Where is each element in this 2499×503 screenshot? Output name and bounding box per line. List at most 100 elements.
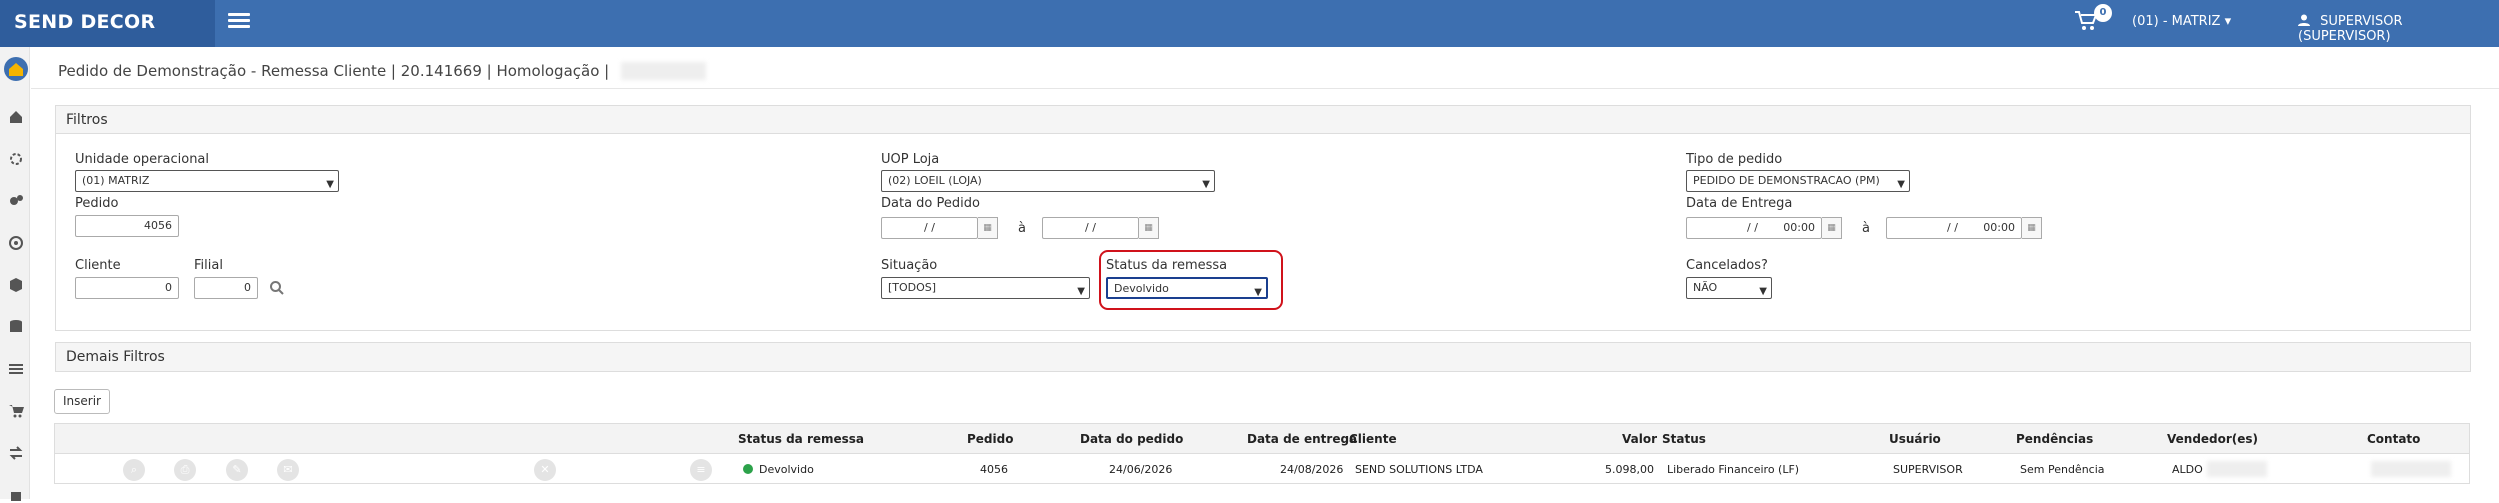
situacao-select[interactable]: [TODOS] ▼ — [881, 277, 1090, 299]
cliente-label: Cliente — [75, 258, 121, 273]
cell-data-pedido: 24/06/2026 — [1109, 463, 1173, 476]
chevron-down-icon: ▼ — [1897, 179, 1905, 190]
highlight-box — [1099, 250, 1283, 310]
calendar-icon[interactable]: ▦ — [1822, 217, 1842, 239]
edit-action-icon[interactable]: ✎ — [226, 459, 248, 481]
cell-pendencias: Sem Pendência — [2020, 463, 2105, 476]
col-usuario[interactable]: Usuário — [1889, 432, 1941, 446]
pedido-label: Pedido — [75, 196, 119, 211]
calendar-icon[interactable]: ▦ — [978, 217, 998, 239]
col-status[interactable]: Status — [1662, 432, 1706, 446]
calendar-icon[interactable]: ▦ — [2022, 217, 2042, 239]
unidade-select[interactable]: (01) MATRIZ ▼ — [75, 170, 339, 192]
spinner-icon[interactable] — [8, 151, 24, 167]
data-entrega-from-input[interactable]: / / 00:00 — [1686, 217, 1822, 239]
chevron-down-icon: ▼ — [1077, 286, 1085, 297]
menu-toggle-icon[interactable] — [228, 10, 250, 32]
user-icon — [2298, 14, 2320, 29]
page-title: Pedido de Demonstração - Remessa Cliente… — [58, 62, 610, 80]
filial-input[interactable]: 0 — [194, 277, 258, 299]
col-pedido[interactable]: Pedido — [967, 432, 1013, 446]
cart-count-badge: 0 — [2094, 4, 2112, 22]
data-entrega-label: Data de Entrega — [1686, 196, 1793, 211]
col-data-entrega[interactable]: Data de entrega — [1247, 432, 1357, 446]
pedido-input[interactable]: 4056 — [75, 215, 179, 237]
data-pedido-from-input[interactable]: / / — [881, 217, 978, 239]
col-valor[interactable]: Valor — [1622, 432, 1657, 446]
col-contato[interactable]: Contato — [2367, 432, 2420, 446]
col-vendedores[interactable]: Vendedor(es) — [2167, 432, 2258, 446]
data-pedido-to-input[interactable]: / / — [1042, 217, 1139, 239]
filters-panel-title: Filtros — [56, 106, 2470, 134]
col-status-remessa[interactable]: Status da remessa — [738, 432, 864, 446]
cliente-input[interactable]: 0 — [75, 277, 179, 299]
chevron-down-icon: ▼ — [1202, 179, 1210, 190]
data-entrega-sep: à — [1862, 221, 1870, 236]
col-cliente[interactable]: Cliente — [1349, 432, 1397, 446]
divider — [31, 88, 2499, 89]
bag-icon[interactable] — [8, 487, 24, 503]
uop-select[interactable]: (02) LOEIL (LOJA) ▼ — [881, 170, 1215, 192]
menu-action-icon[interactable]: ≡ — [690, 459, 712, 481]
data-entrega-from-date: / / — [1747, 221, 1758, 234]
cell-data-entrega: 24/08/2026 — [1280, 463, 1344, 476]
cancelados-label: Cancelados? — [1686, 258, 1768, 273]
cancelados-select[interactable]: NÃO ▼ — [1686, 277, 1772, 299]
app-logo-icon[interactable] — [4, 57, 28, 81]
table-header: Status da remessa Pedido Data do pedido … — [54, 423, 2470, 454]
search-icon[interactable] — [269, 280, 285, 296]
cell-vendedor: ALDO — [2172, 463, 2203, 476]
tipo-pedido-select[interactable]: PEDIDO DE DEMONSTRACAO (PM) ▼ — [1686, 170, 1910, 192]
print-action-icon[interactable]: ⎙ — [174, 459, 196, 481]
cell-status-remessa: Devolvido — [759, 463, 814, 476]
redacted-text — [2371, 461, 2451, 477]
status-dot-icon — [743, 464, 753, 474]
cell-valor: 5.098,00 — [1605, 463, 1654, 476]
home-icon[interactable] — [8, 109, 24, 125]
top-navbar: SEND DECOR 0 (01) - MATRIZ ▾ SUPERVISOR … — [0, 0, 2499, 47]
redacted-text — [621, 62, 706, 80]
situacao-label: Situação — [881, 258, 938, 273]
calendar-icon[interactable]: ▦ — [1139, 217, 1159, 239]
cancelados-select-value: NÃO — [1693, 281, 1718, 294]
col-pendencias[interactable]: Pendências — [2016, 432, 2093, 446]
uop-label: UOP Loja — [881, 152, 940, 167]
cube-icon[interactable] — [8, 277, 24, 293]
target-icon[interactable] — [8, 235, 24, 251]
more-filters-panel[interactable]: Demais Filtros — [55, 342, 2471, 372]
situacao-select-value: [TODOS] — [888, 281, 937, 294]
chevron-down-icon: ▼ — [1759, 286, 1767, 297]
uop-select-value: (02) LOEIL (LOJA) — [888, 174, 982, 187]
col-data-pedido[interactable]: Data do pedido — [1080, 432, 1183, 446]
sliders-icon[interactable] — [8, 361, 24, 377]
data-entrega-to-time: 00:00 — [1983, 221, 2015, 234]
insert-button[interactable]: Inserir — [54, 389, 110, 414]
redacted-text — [2207, 461, 2267, 477]
exchange-icon[interactable] — [8, 445, 24, 461]
cancel-action-icon[interactable]: ✕ — [534, 459, 556, 481]
data-pedido-label: Data do Pedido — [881, 196, 980, 211]
data-entrega-from-time: 00:00 — [1783, 221, 1815, 234]
database-icon[interactable] — [8, 319, 24, 335]
unidade-select-value: (01) MATRIZ — [82, 174, 150, 187]
cell-pedido: 4056 — [980, 463, 1008, 476]
unidade-label: Unidade operacional — [75, 152, 210, 167]
data-pedido-sep: à — [1018, 221, 1026, 236]
chevron-down-icon: ▼ — [326, 179, 334, 190]
data-entrega-to-input[interactable]: / / 00:00 — [1886, 217, 2022, 239]
mail-action-icon[interactable]: ✉ — [277, 459, 299, 481]
search-action-icon[interactable]: ⌕ — [123, 459, 145, 481]
more-filters-title: Demais Filtros — [56, 343, 2470, 371]
cart-sidebar-icon[interactable] — [8, 403, 24, 419]
sidebar — [0, 47, 30, 501]
cell-cliente: SEND SOLUTIONS LTDA — [1355, 463, 1483, 476]
tipo-pedido-label: Tipo de pedido — [1686, 152, 1783, 167]
brand-logo[interactable]: SEND DECOR — [0, 0, 215, 47]
filial-label: Filial — [194, 258, 223, 273]
gears-icon[interactable] — [8, 193, 24, 209]
table-row[interactable]: ⌕ ⎙ ✎ ✉ ✕ ≡ Devolvido 4056 24/06/2026 24… — [54, 454, 2470, 484]
user-menu[interactable]: SUPERVISOR (SUPERVISOR) — [2298, 14, 2499, 44]
data-entrega-to-date: / / — [1947, 221, 1958, 234]
unit-selector[interactable]: (01) - MATRIZ ▾ — [2132, 14, 2231, 29]
cell-usuario: SUPERVISOR — [1893, 463, 1963, 476]
